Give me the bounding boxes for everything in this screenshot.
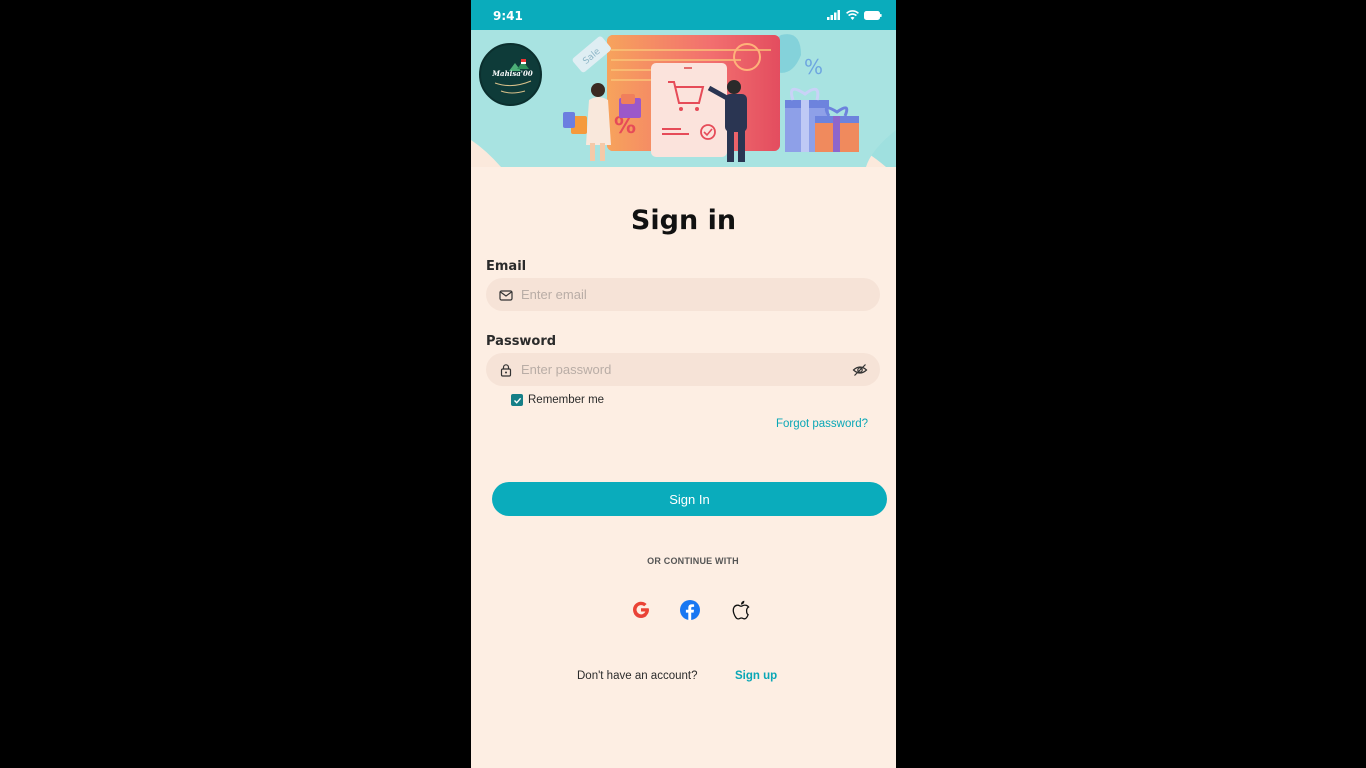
- forgot-password-link[interactable]: Forgot password?: [776, 418, 868, 430]
- lock-icon: [500, 363, 512, 377]
- email-label: Email: [486, 259, 527, 274]
- apple-button[interactable]: [730, 599, 752, 621]
- or-continue-with-text: OR CONTINUE WITH: [647, 556, 739, 566]
- status-time: 9:41: [493, 9, 523, 23]
- remember-me[interactable]: Remember me: [511, 394, 604, 406]
- eye-off-icon[interactable]: [852, 362, 868, 378]
- facebook-button[interactable]: [679, 599, 701, 621]
- remember-label: Remember me: [528, 394, 605, 406]
- svg-text:%: %: [804, 55, 823, 79]
- google-icon: [633, 601, 649, 618]
- signal-icon: [827, 10, 840, 20]
- google-button[interactable]: [630, 599, 652, 621]
- password-label: Password: [486, 334, 557, 349]
- password-input[interactable]: [521, 353, 852, 386]
- mail-icon: [499, 289, 513, 301]
- logo-text: Mahisa'00: [492, 69, 533, 78]
- battery-icon: [864, 10, 882, 20]
- password-field-container[interactable]: [486, 353, 880, 386]
- status-bar: 9:41: [471, 0, 896, 30]
- phone-screen: 9:41 Sale % % Mahisa'00 Sign in Email En…: [471, 0, 896, 768]
- page-title: Sign in: [630, 205, 737, 236]
- email-field-container[interactable]: [486, 278, 880, 311]
- facebook-icon: [680, 600, 700, 620]
- signup-prompt: Don't have an account?: [577, 670, 698, 682]
- shopping-banner: Sale % % Mahisa'00: [471, 30, 896, 167]
- apple-icon: [732, 600, 750, 620]
- wifi-icon: [846, 10, 859, 20]
- remember-checkbox[interactable]: [511, 394, 523, 406]
- sign-in-button[interactable]: Sign In: [492, 482, 887, 516]
- check-icon: [513, 397, 521, 404]
- email-input[interactable]: [521, 278, 880, 311]
- sign-up-link[interactable]: Sign up: [735, 670, 777, 682]
- brand-logo: Mahisa'00: [479, 43, 542, 106]
- status-icons: [827, 10, 882, 20]
